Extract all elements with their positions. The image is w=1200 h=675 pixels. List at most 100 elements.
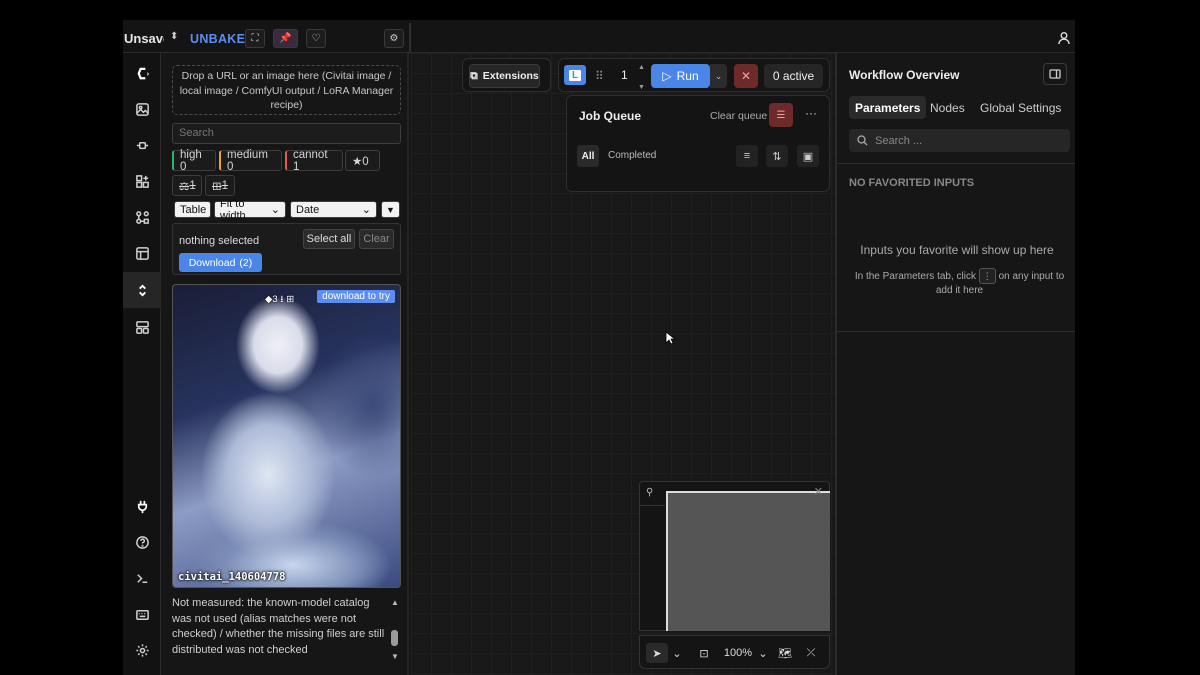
unbake-panel: Drop a URL or an image here (Civitai ima… bbox=[161, 53, 409, 675]
selection-box: nothing selected Select all Clear Downlo… bbox=[172, 223, 401, 275]
sidebar-toggle-icon[interactable] bbox=[1043, 63, 1067, 85]
terminal-icon[interactable] bbox=[123, 562, 161, 594]
comfy-logo-icon[interactable] bbox=[123, 57, 161, 89]
card-filename: civitai_140604778 bbox=[178, 571, 286, 583]
sort-icon[interactable]: ⇅ bbox=[766, 145, 788, 167]
logo-letter: L bbox=[568, 69, 582, 81]
filter-star-chip[interactable]: ★0 bbox=[345, 150, 380, 171]
search-icon bbox=[857, 135, 868, 146]
status-note: Not measured: the known-model catalog wa… bbox=[172, 597, 385, 656]
keyboard-icon[interactable] bbox=[123, 598, 161, 630]
tab-completed[interactable]: Completed bbox=[608, 150, 656, 161]
cancel-run-button[interactable]: ✕ bbox=[734, 64, 758, 88]
parameters-search-input[interactable]: Search ... bbox=[849, 129, 1070, 152]
more-icon[interactable]: ··· bbox=[805, 106, 817, 120]
download-button[interactable]: Download (2) bbox=[179, 253, 262, 272]
fit-view-icon[interactable]: ⊡ bbox=[695, 643, 713, 663]
note-scrollbar[interactable]: ▲ ▼ bbox=[390, 598, 399, 661]
select-all-button[interactable]: Select all bbox=[303, 229, 355, 249]
workflows-icon[interactable] bbox=[123, 201, 161, 233]
settings-icon[interactable] bbox=[123, 634, 161, 666]
drop-zone[interactable]: Drop a URL or an image here (Civitai ima… bbox=[172, 65, 401, 115]
chevron-down-icon[interactable]: ⌄ bbox=[757, 643, 769, 663]
top-bar: Unsaved ⬍ UNBAKE ⛶ 📌 ♡ ⚙ bbox=[123, 20, 1075, 53]
search-placeholder: Search ... bbox=[875, 134, 923, 147]
batch-count-input[interactable]: 1 bbox=[621, 68, 628, 82]
scroll-up-icon[interactable]: ▲ bbox=[391, 598, 399, 607]
images-icon[interactable] bbox=[123, 93, 161, 125]
filter-icon[interactable]: ≡ bbox=[736, 145, 758, 167]
active-jobs-button[interactable]: 0 active bbox=[764, 64, 823, 88]
gear-icon[interactable]: ⚙ bbox=[384, 29, 404, 48]
select-tool-icon[interactable]: ➤ bbox=[646, 643, 668, 663]
filter-toggle-button[interactable]: ▼ bbox=[381, 201, 400, 218]
chevron-down-icon: ⌄ bbox=[270, 204, 280, 216]
minimap-settings-icon[interactable]: ⚲ bbox=[646, 487, 653, 498]
filter-grid-count: 1 bbox=[221, 179, 229, 192]
minimap-toggle-icon[interactable]: 🗺 bbox=[776, 643, 794, 663]
stepper-icon[interactable]: ▲ ▼ bbox=[638, 63, 645, 93]
graph-canvas[interactable]: ⧉ Extensions L ⠿ 1 ▲ ▼ ▷ Run ⌄ ✕ 0 active… bbox=[411, 53, 835, 675]
divider bbox=[409, 23, 411, 53]
zoom-level[interactable]: 100% bbox=[720, 643, 756, 663]
minimap[interactable]: ⚲ ✕ bbox=[639, 481, 830, 631]
templates-icon[interactable] bbox=[123, 237, 161, 269]
scale-icon: ⚖ bbox=[179, 180, 190, 193]
tab-nodes[interactable]: Nodes bbox=[924, 96, 971, 119]
scroll-thumb[interactable] bbox=[391, 630, 398, 646]
sort-icon[interactable]: ⬍ bbox=[170, 31, 178, 42]
sort-select-value: Date bbox=[296, 203, 320, 216]
section-heading: NO FAVORITED INPUTS bbox=[849, 177, 975, 189]
tab-global-settings[interactable]: Global Settings bbox=[974, 96, 1067, 119]
unbake-icon[interactable] bbox=[123, 272, 161, 308]
sort-select[interactable]: Date ⌄ bbox=[290, 201, 377, 218]
download-to-try-tag[interactable]: download to try bbox=[317, 290, 395, 303]
mouse-cursor-icon bbox=[665, 331, 675, 345]
filter-grid-chip[interactable]: ⊞ 1 bbox=[205, 175, 235, 196]
play-icon: ▷ bbox=[662, 69, 672, 83]
chevron-down-icon: ⌄ bbox=[714, 70, 723, 81]
filter-cannot-chip[interactable]: cannot 1 bbox=[285, 149, 343, 173]
scroll-down-icon[interactable]: ▼ bbox=[391, 652, 399, 661]
gallery-icon[interactable]: ▣ bbox=[797, 145, 819, 167]
workflow-title[interactable]: Unsaved bbox=[124, 31, 164, 46]
plug-icon[interactable] bbox=[123, 490, 161, 522]
tab-parameters[interactable]: Parameters bbox=[849, 96, 927, 119]
chevron-down-icon[interactable]: ⌄ bbox=[671, 643, 683, 663]
extensions-icon[interactable] bbox=[123, 165, 161, 197]
minimap-viewport[interactable] bbox=[666, 491, 830, 631]
search-input[interactable]: Search bbox=[172, 123, 401, 144]
link-visibility-icon[interactable]: ⤫ bbox=[802, 643, 820, 663]
download-label: Download bbox=[188, 256, 236, 269]
layout-icon[interactable] bbox=[123, 311, 161, 343]
image-card[interactable]: ◆3 ⭳ ⊞ download to try civitai_140604778 bbox=[172, 284, 401, 588]
fit-select[interactable]: Fit to width ⌄ bbox=[214, 198, 286, 222]
clear-queue-button[interactable]: Clear queue bbox=[710, 110, 767, 122]
pin-icon[interactable]: 📌 bbox=[273, 29, 298, 48]
app-window: Unsaved ⬍ UNBAKE ⛶ 📌 ♡ ⚙ bbox=[123, 20, 1075, 675]
user-icon[interactable] bbox=[1057, 31, 1071, 45]
model-icon[interactable] bbox=[123, 129, 161, 161]
clear-queue-icon[interactable]: ☰ bbox=[769, 103, 793, 127]
extensions-pill: ⧉ Extensions bbox=[462, 58, 551, 92]
help-icon[interactable] bbox=[123, 526, 161, 558]
triangle-down-icon: ▼ bbox=[386, 204, 395, 215]
heart-icon[interactable]: ♡ bbox=[306, 29, 326, 48]
filter-weight-chip[interactable]: ⚖ 1 bbox=[172, 175, 202, 196]
run-options-button[interactable]: ⌄ bbox=[710, 64, 727, 88]
extensions-button[interactable]: ⧉ Extensions bbox=[469, 64, 540, 88]
filter-high-chip[interactable]: high 0 bbox=[172, 149, 216, 173]
card-badge: ◆3 ⭳ ⊞ bbox=[265, 294, 295, 305]
tab-all[interactable]: All bbox=[577, 145, 599, 167]
run-button[interactable]: ▷ Run bbox=[651, 64, 710, 88]
view-select[interactable]: Table bbox=[174, 201, 211, 218]
download-count: (2) bbox=[239, 256, 253, 269]
brand-title: UNBAKE bbox=[190, 32, 246, 46]
lora-logo-icon[interactable]: L bbox=[564, 65, 586, 85]
chevron-down-icon: ⌄ bbox=[361, 204, 371, 216]
fullscreen-icon[interactable]: ⛶ bbox=[245, 29, 265, 48]
clear-button[interactable]: Clear bbox=[359, 229, 394, 249]
drag-handle-icon[interactable]: ⠿ bbox=[595, 69, 604, 83]
filter-medium-chip[interactable]: medium 0 bbox=[219, 149, 282, 173]
minimap-close-icon[interactable]: ✕ bbox=[814, 485, 823, 498]
